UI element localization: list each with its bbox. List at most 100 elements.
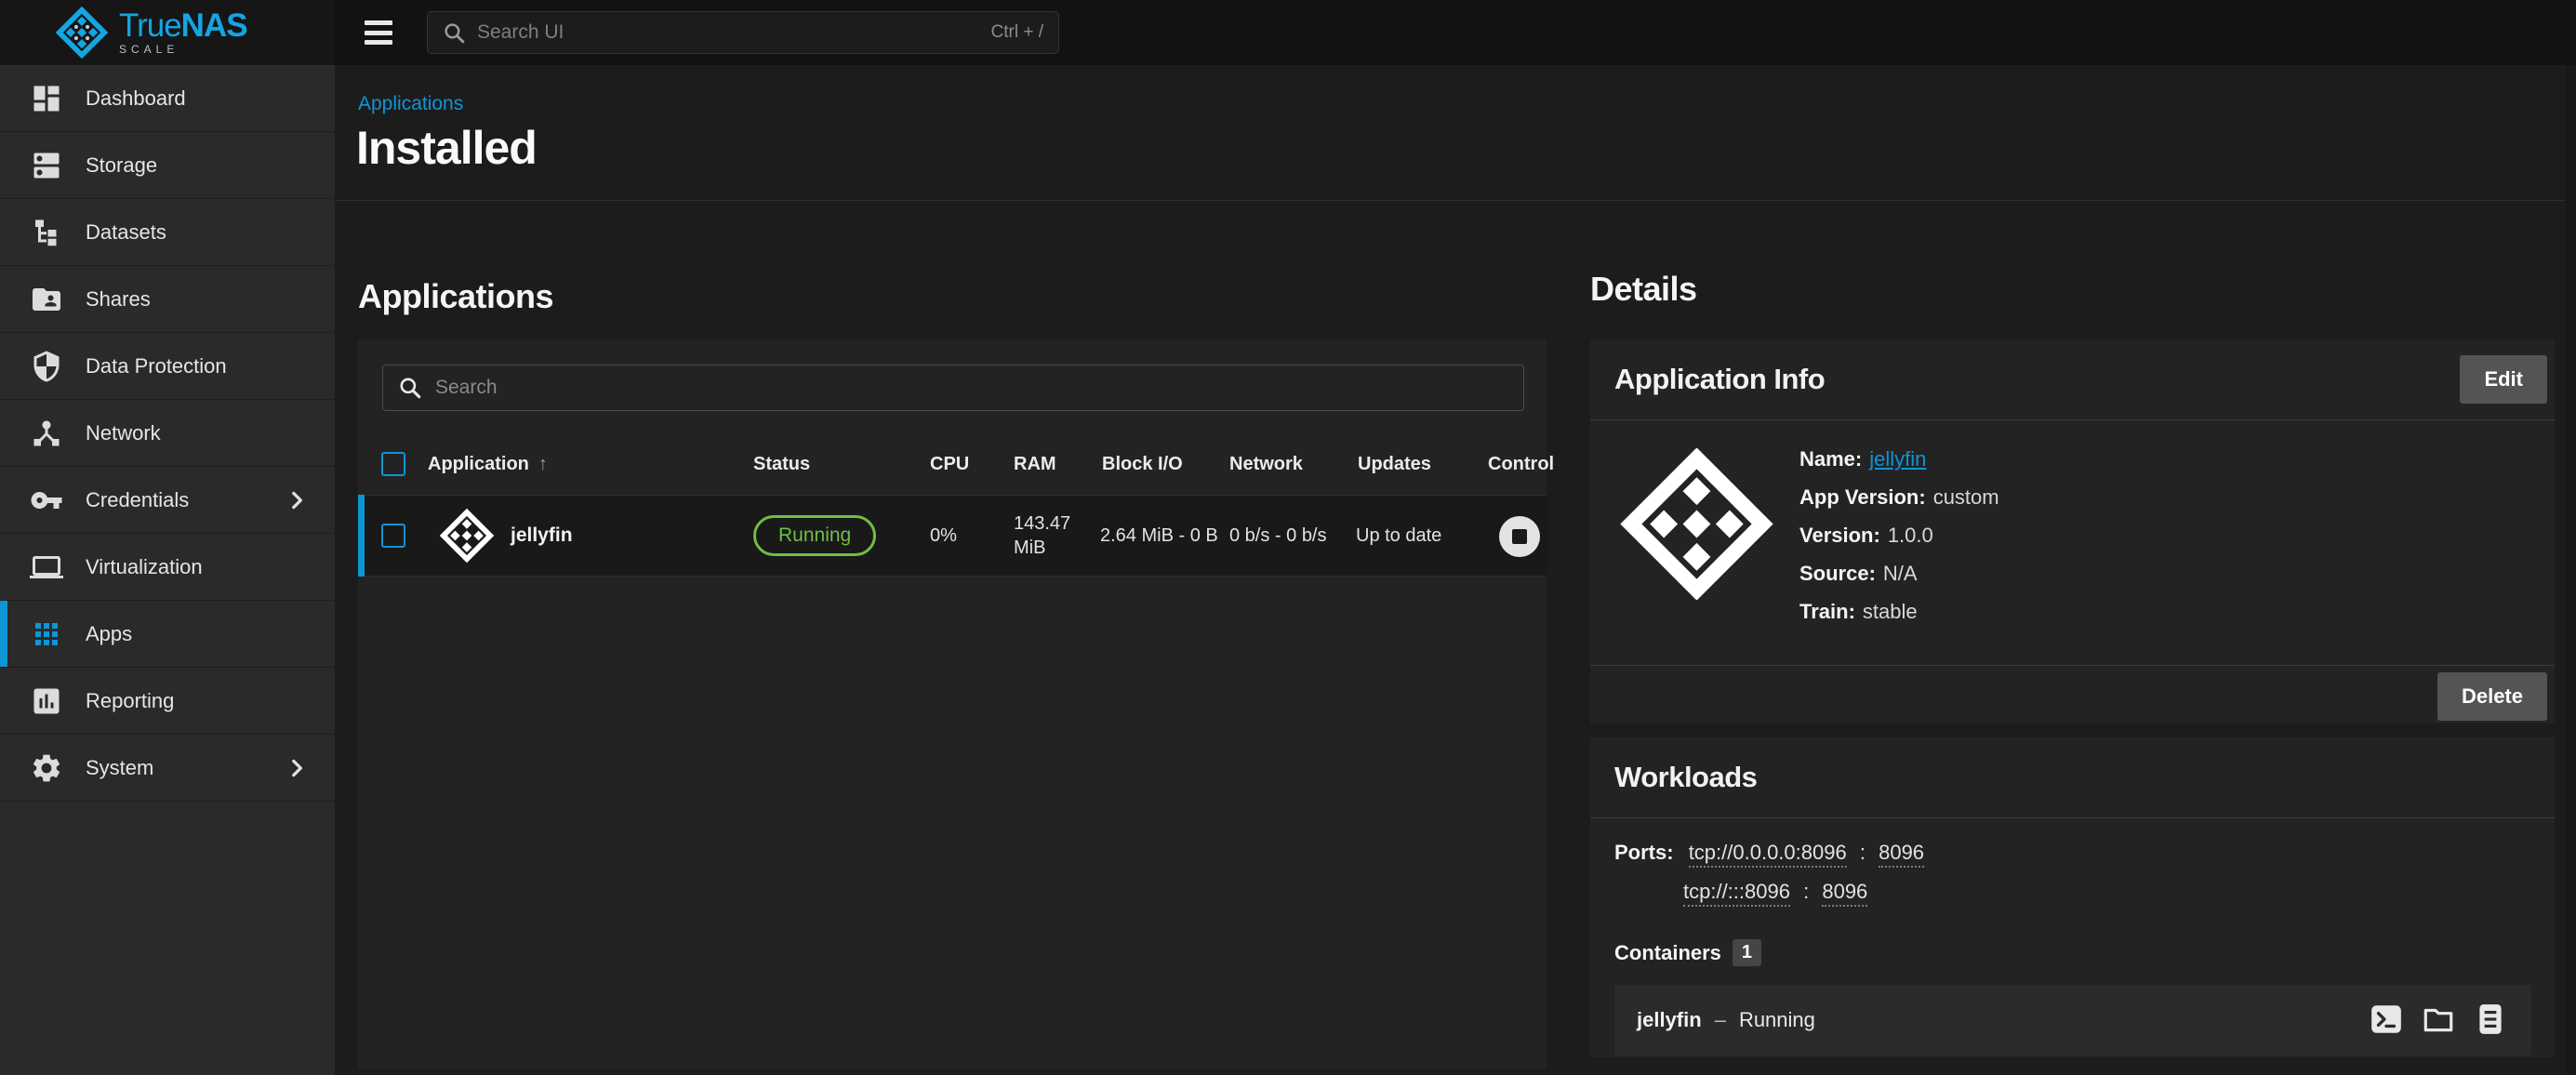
network-cell: 0 b/s - 0 b/s (1229, 496, 1327, 576)
workloads-card: Workloads Ports: tcp://0.0.0.0:8096 : 80… (1590, 737, 2555, 1057)
sidebar-item-label: System (86, 756, 153, 780)
dashboard-icon (30, 82, 63, 115)
stop-icon (1512, 529, 1527, 544)
containers-count-badge: 1 (1733, 939, 1761, 966)
row-checkbox[interactable] (381, 524, 405, 548)
sidebar-item-label: Virtualization (86, 555, 203, 579)
workloads-header: Workloads (1590, 737, 2555, 818)
shares-icon (30, 283, 63, 316)
updates-cell: Up to date (1356, 496, 1441, 576)
brand-name: TrueNAS (119, 10, 247, 42)
port-host: tcp://:::8096 (1683, 880, 1790, 907)
brand-text: TrueNAS SCALE (119, 10, 247, 56)
sidebar: Dashboard Storage Datasets Shares Data P… (0, 65, 335, 1075)
sidebar-item-shares[interactable]: Shares (0, 266, 335, 333)
column-cpu: CPU (930, 454, 969, 475)
browse-files-button[interactable] (2420, 1002, 2457, 1039)
application-info-title: Application Info (1614, 363, 1825, 396)
column-ram: RAM (1014, 454, 1056, 475)
sidebar-item-virtualization[interactable]: Virtualization (0, 534, 335, 601)
field-app-version: App Version:custom (1799, 486, 1999, 509)
chevron-right-icon (285, 756, 309, 780)
gear-icon (30, 751, 63, 785)
workloads-body: Ports: tcp://0.0.0.0:8096 : 8096 tcp://:… (1590, 818, 2555, 1055)
column-application[interactable]: Application↑ (428, 454, 548, 475)
applications-section-title: Applications (358, 277, 553, 316)
column-network: Network (1229, 454, 1303, 475)
sidebar-item-storage[interactable]: Storage (0, 132, 335, 199)
sidebar-item-system[interactable]: System (0, 735, 335, 802)
sidebar-item-label: Reporting (86, 689, 174, 713)
column-updates: Updates (1358, 454, 1431, 475)
sidebar-item-network[interactable]: Network (0, 400, 335, 467)
application-info-card: Application Info Edit Name:jellyfin App … (1590, 339, 2555, 723)
truenas-app-window: TrueNAS SCALE Ctrl + / Dashboard Storage… (0, 0, 2576, 1075)
search-icon (443, 21, 466, 45)
network-icon (30, 417, 63, 450)
ports-line-1: Ports: tcp://0.0.0.0:8096 : 8096 (1614, 841, 2530, 865)
header-divider (335, 200, 2576, 201)
breadcrumb-applications[interactable]: Applications (358, 93, 463, 115)
truenas-logo-icon (56, 7, 108, 59)
applications-search-input[interactable] (435, 377, 1508, 399)
brand-subtitle: SCALE (119, 43, 247, 56)
storage-icon (30, 149, 63, 182)
application-info-header: Application Info Edit (1590, 339, 2555, 420)
global-search[interactable]: Ctrl + / (427, 11, 1059, 54)
chevron-right-icon (285, 488, 309, 512)
sidebar-item-label: Apps (86, 622, 132, 646)
apps-grid-icon (30, 617, 63, 651)
view-logs-button[interactable] (2472, 1002, 2509, 1039)
column-status: Status (753, 454, 810, 475)
app-logo-icon-large (1620, 448, 1773, 600)
details-section-title: Details (1590, 270, 1697, 309)
folder-icon (2421, 1002, 2456, 1037)
app-name-link[interactable]: jellyfin (1869, 447, 1926, 471)
containers-heading: Containers 1 (1614, 939, 2530, 966)
applications-search[interactable] (382, 365, 1524, 411)
sidebar-item-label: Storage (86, 153, 157, 178)
vertical-scrollbar[interactable] (2566, 65, 2576, 1075)
ports-line-2: tcp://:::8096 : 8096 (1683, 880, 2530, 904)
sidebar-item-label: Shares (86, 287, 151, 312)
sort-ascending-icon: ↑ (538, 454, 548, 474)
application-name: jellyfin (511, 524, 573, 547)
truenas-logo[interactable]: TrueNAS SCALE (0, 0, 335, 65)
global-search-input[interactable] (477, 21, 991, 44)
applications-panel: Application↑ Status CPU RAM Block I/O Ne… (358, 339, 1547, 1069)
sidebar-item-dashboard[interactable]: Dashboard (0, 65, 335, 132)
sidebar-item-datasets[interactable]: Datasets (0, 199, 335, 266)
terminal-icon (2369, 1002, 2404, 1037)
field-version: Version:1.0.0 (1799, 524, 1999, 547)
application-name-cell: jellyfin (440, 496, 573, 576)
workloads-title: Workloads (1614, 761, 1757, 794)
sidebar-item-credentials[interactable]: Credentials (0, 467, 335, 534)
sidebar-item-label: Network (86, 421, 161, 445)
application-info-body: Name:jellyfin App Version:custom Version… (1590, 420, 2555, 665)
logs-icon (2473, 1002, 2508, 1037)
select-all-checkbox[interactable] (381, 452, 405, 476)
edit-button[interactable]: Edit (2460, 355, 2547, 404)
column-block-io: Block I/O (1102, 454, 1183, 475)
ram-cell: 143.47 MiB (1014, 496, 1099, 576)
search-icon (398, 376, 422, 400)
datasets-icon (30, 216, 63, 249)
status-badge: Running (753, 515, 876, 556)
app-logo-icon (440, 509, 494, 563)
port-number: 8096 (1822, 880, 1867, 907)
delete-button[interactable]: Delete (2437, 672, 2547, 721)
application-row-jellyfin[interactable]: jellyfin Running 0% 143.47 MiB 2.64 MiB … (358, 495, 1547, 577)
cpu-cell: 0% (930, 496, 957, 576)
stop-app-button[interactable] (1499, 516, 1540, 557)
ports-label: Ports: (1614, 841, 1674, 864)
container-actions (2368, 1002, 2509, 1039)
shell-button[interactable] (2368, 1002, 2405, 1039)
sidebar-item-reporting[interactable]: Reporting (0, 668, 335, 735)
sidebar-item-apps[interactable]: Apps (0, 601, 335, 668)
page-title: Installed (356, 121, 537, 175)
sidebar-item-data-protection[interactable]: Data Protection (0, 333, 335, 400)
container-row-jellyfin: jellyfin – Running (1614, 985, 2531, 1055)
block-io-cell: 2.64 MiB - 0 B (1100, 496, 1218, 576)
port-number: 8096 (1879, 841, 1924, 868)
menu-toggle-button[interactable] (365, 20, 394, 45)
